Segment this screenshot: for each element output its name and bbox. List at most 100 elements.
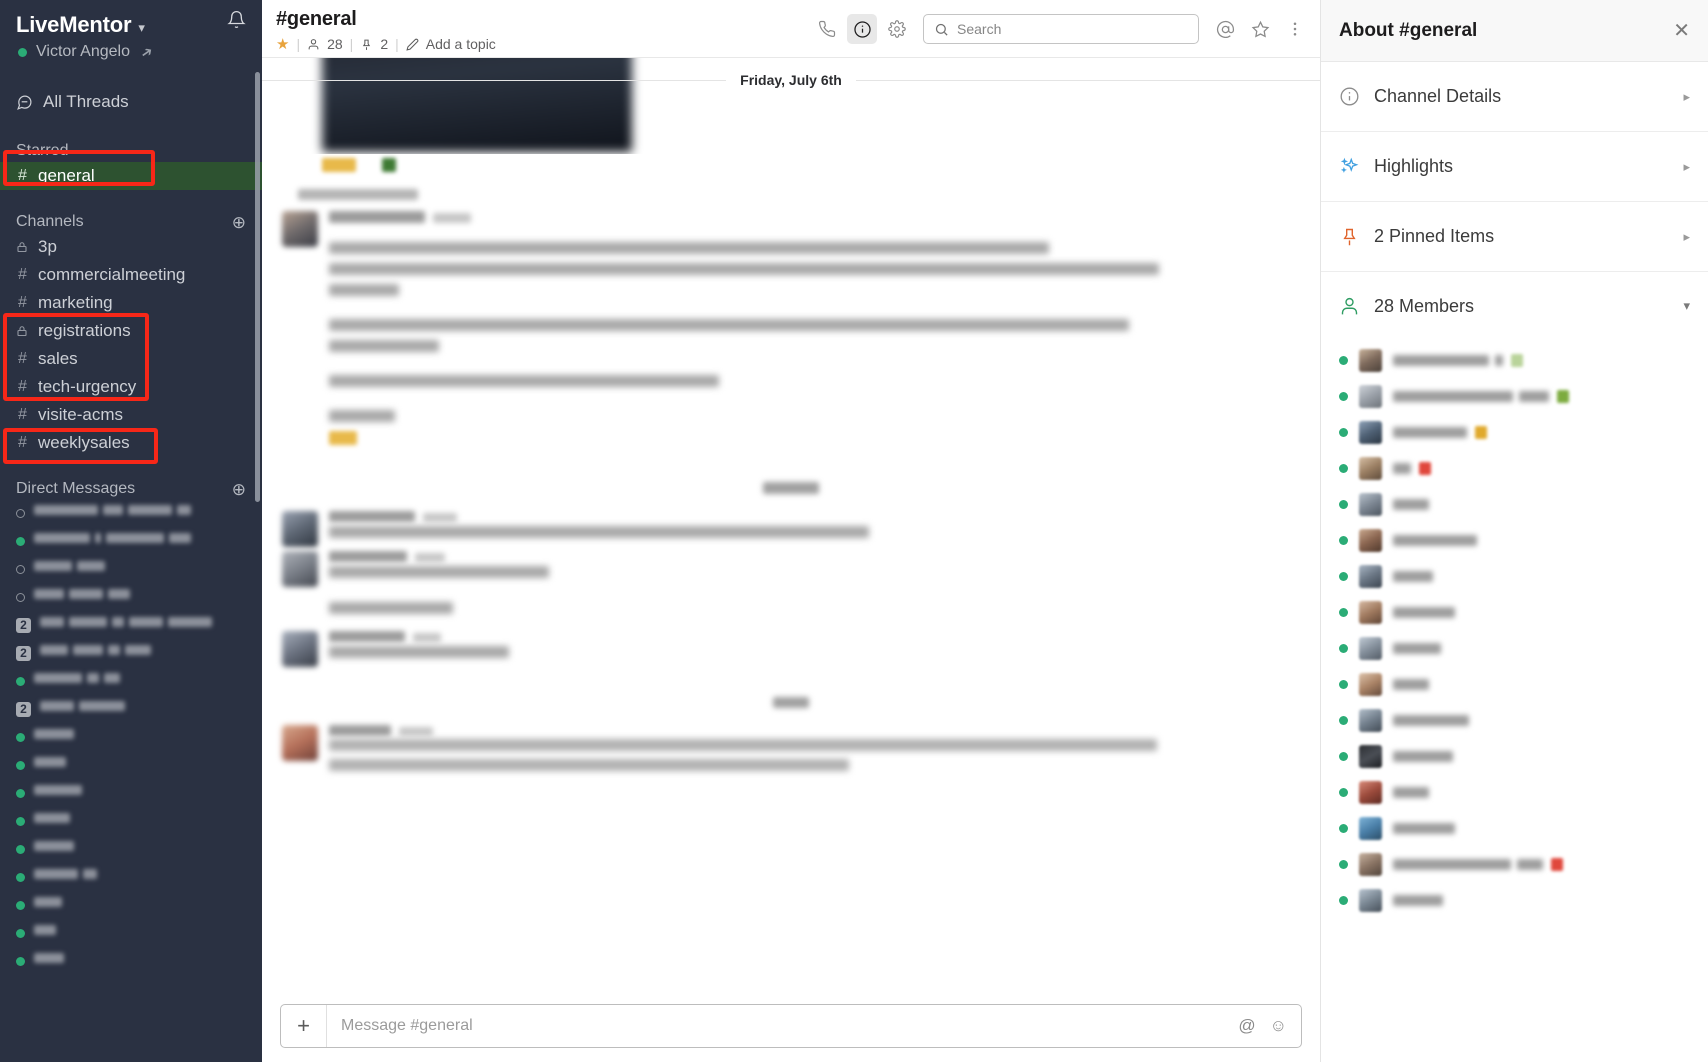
list-item[interactable] — [0, 836, 262, 864]
gear-icon[interactable] — [882, 14, 912, 44]
members-section-header[interactable]: 28 Members ▾ — [1321, 272, 1708, 340]
chevron-right-icon[interactable]: ▸ — [1683, 159, 1690, 175]
sidebar-item-sales[interactable]: # sales — [0, 345, 262, 373]
message-composer[interactable]: + Message #general @ ☺ — [280, 1004, 1302, 1048]
starred-items-icon[interactable] — [1245, 14, 1275, 44]
list-item[interactable] — [0, 920, 262, 948]
channel-name: marketing — [38, 293, 113, 312]
list-item[interactable] — [0, 668, 262, 696]
list-item[interactable] — [1321, 486, 1708, 522]
add-channel-icon[interactable]: ⊕ — [232, 214, 246, 231]
list-item[interactable] — [0, 780, 262, 808]
members-icon — [307, 38, 320, 51]
add-attachment-button[interactable]: + — [281, 1005, 327, 1047]
sidebar-item-commercialmeeting[interactable]: # commercialmeeting — [0, 261, 262, 289]
presence-dot-icon — [1339, 571, 1348, 581]
sidebar-item-visite-acms[interactable]: # visite-acms — [0, 401, 262, 429]
emoji-icon[interactable]: ☺ — [1270, 1016, 1287, 1036]
panel-row-channel-details[interactable]: Channel Details ▸ — [1321, 62, 1708, 132]
list-item[interactable] — [0, 948, 262, 976]
avatar[interactable] — [282, 211, 318, 247]
message-item[interactable] — [262, 621, 1320, 669]
list-item[interactable] — [0, 500, 262, 528]
list-item[interactable] — [1321, 522, 1708, 558]
avatar[interactable] — [282, 631, 318, 667]
star-icon[interactable]: ★ — [276, 35, 289, 53]
message-input[interactable]: Message #general — [327, 1017, 1238, 1035]
list-item[interactable] — [0, 892, 262, 920]
close-icon[interactable]: ✕ — [1673, 21, 1690, 41]
avatar[interactable] — [282, 511, 318, 547]
presence-dot-icon — [1339, 679, 1348, 689]
chevron-down-icon[interactable]: ▾ — [1683, 298, 1690, 314]
workspace-header[interactable]: LiveMentor ▾ Victor Angelo ➔ — [0, 0, 262, 65]
chevron-right-icon[interactable]: ▸ — [1683, 229, 1690, 245]
list-item[interactable] — [0, 584, 262, 612]
list-item[interactable] — [0, 864, 262, 892]
message-item[interactable] — [262, 205, 1320, 447]
list-item[interactable] — [0, 752, 262, 780]
list-item[interactable]: 2 — [0, 612, 262, 640]
sidebar-item-registrations[interactable]: registrations — [0, 317, 262, 345]
list-item[interactable] — [1321, 594, 1708, 630]
list-item[interactable]: 2 — [0, 640, 262, 668]
chevron-right-icon[interactable]: ▸ — [1683, 89, 1690, 105]
message-list[interactable]: Friday, July 6th — [262, 58, 1320, 994]
sidebar-scrollbar[interactable] — [255, 72, 260, 502]
search-input[interactable]: Search — [923, 14, 1199, 44]
members-person-icon — [1339, 296, 1360, 317]
channel-info-icon[interactable] — [847, 14, 877, 44]
presence-dot-icon — [16, 817, 25, 826]
list-item[interactable] — [1321, 630, 1708, 666]
add-dm-icon[interactable]: ⊕ — [232, 481, 246, 498]
sidebar-item-3p[interactable]: 3p — [0, 233, 262, 261]
list-item[interactable] — [1321, 774, 1708, 810]
chevron-down-icon[interactable]: ▾ — [138, 21, 145, 34]
call-icon[interactable] — [812, 14, 842, 44]
pin-count[interactable]: 2 — [380, 36, 388, 52]
list-item[interactable] — [1321, 738, 1708, 774]
message-item[interactable] — [262, 717, 1320, 773]
notifications-bell-icon[interactable] — [227, 10, 246, 29]
message-item[interactable] — [262, 549, 1320, 621]
message-image-attachment[interactable]: Friday, July 6th — [262, 58, 1320, 154]
list-item[interactable] — [1321, 378, 1708, 414]
list-item[interactable] — [1321, 846, 1708, 882]
list-item[interactable] — [0, 556, 262, 584]
presence-dot-icon — [1339, 499, 1348, 509]
avatar[interactable] — [282, 725, 318, 761]
list-item[interactable] — [1321, 450, 1708, 486]
member-count[interactable]: 28 — [327, 36, 343, 52]
more-options-icon[interactable] — [1280, 14, 1310, 44]
list-item[interactable] — [0, 808, 262, 836]
list-item[interactable] — [0, 528, 262, 556]
panel-row-2-pinned-items[interactable]: 2 Pinned Items ▸ — [1321, 202, 1708, 272]
mentions-icon[interactable] — [1210, 14, 1240, 44]
member-list[interactable] — [1321, 340, 1708, 1062]
sidebar-item-all-threads[interactable]: All Threads — [0, 85, 262, 119]
member-name-redacted — [1393, 786, 1429, 798]
list-item[interactable] — [1321, 810, 1708, 846]
message-item[interactable] — [262, 505, 1320, 549]
list-item[interactable] — [1321, 342, 1708, 378]
avatar[interactable] — [282, 551, 318, 587]
list-item[interactable]: 2 — [0, 696, 262, 724]
panel-row-highlights[interactable]: Highlights ▸ — [1321, 132, 1708, 202]
sidebar-item-weeklysales[interactable]: # weeklysales — [0, 429, 262, 457]
list-item[interactable] — [0, 724, 262, 752]
list-item[interactable] — [1321, 666, 1708, 702]
current-user[interactable]: Victor Angelo ➔ — [16, 42, 246, 62]
list-item[interactable] — [1321, 414, 1708, 450]
sidebar-item-general[interactable]: # general — [0, 162, 262, 190]
section-starred[interactable]: Starred — [0, 136, 262, 162]
list-item[interactable] — [1321, 702, 1708, 738]
sidebar-item-tech-urgency[interactable]: # tech-urgency — [0, 373, 262, 401]
sidebar-item-marketing[interactable]: # marketing — [0, 289, 262, 317]
list-item[interactable] — [1321, 882, 1708, 918]
list-item[interactable] — [1321, 558, 1708, 594]
message-reactions[interactable] — [262, 154, 1320, 177]
section-direct-messages[interactable]: Direct Messages ⊕ — [0, 474, 262, 500]
section-channels[interactable]: Channels ⊕ — [0, 207, 262, 233]
add-topic-button[interactable]: Add a topic — [426, 36, 496, 52]
mention-icon[interactable]: @ — [1238, 1016, 1255, 1036]
